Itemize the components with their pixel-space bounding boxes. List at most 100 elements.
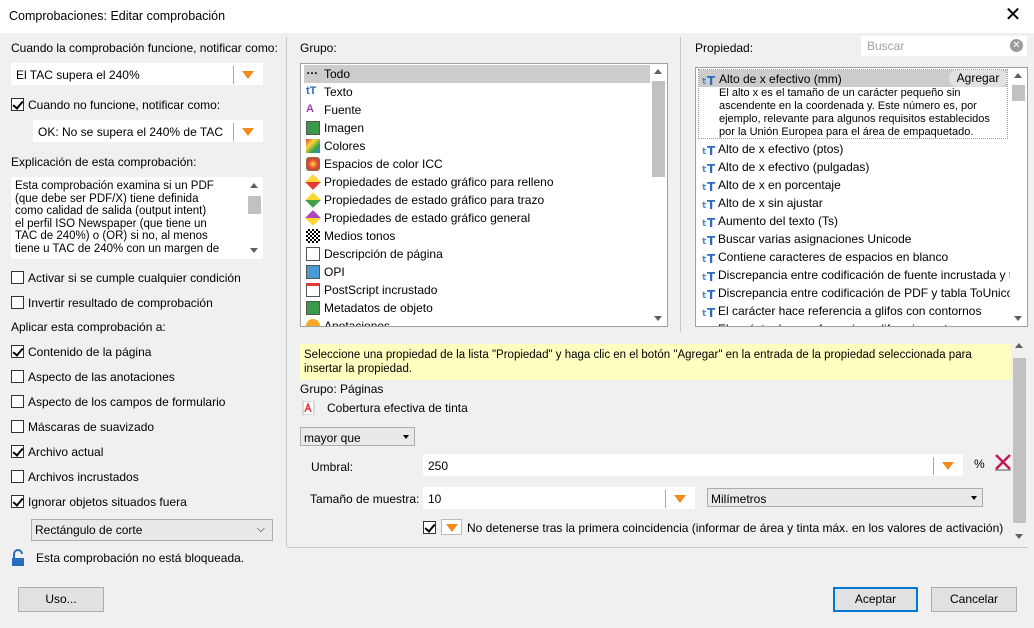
expanded-property-item[interactable]: tT Alto de x efectivo (mm) Agregar El al… — [698, 69, 1008, 139]
opi-icon — [306, 265, 320, 279]
property-list[interactable]: tT Alto de x efectivo (mm) Agregar El al… — [695, 67, 1028, 327]
property-list-item-label: Contiene caracteres de espacios en blanc… — [718, 250, 949, 264]
explanation-textarea[interactable]: Esta comprobación examina si un PDF (que… — [11, 177, 263, 259]
chevron-down-icon — [971, 496, 977, 500]
dropdown-arrow-icon — [446, 524, 458, 532]
any-condition-label: Activar si se cumple cualquier condición — [28, 271, 241, 285]
fill-state-icon — [305, 174, 321, 190]
notify-success-combo[interactable]: El TAC supera el 240% — [11, 63, 263, 85]
list-item-todo[interactable]: … Todo — [304, 63, 651, 83]
sample-label: Tamaño de muestra: — [310, 492, 420, 506]
text-property-icon: tT — [702, 270, 716, 282]
property-search-input[interactable]: Buscar ✕ — [861, 36, 1027, 56]
property-list-item-label: Buscar varias asignaciones Unicode — [718, 232, 912, 246]
text-property-icon: tT — [702, 216, 716, 228]
property-list-scrollbar[interactable] — [1010, 68, 1027, 326]
window-title: Comprobaciones: Editar comprobación — [9, 9, 226, 23]
stroke-state-icon — [305, 192, 321, 208]
annotations-appearance-checkbox[interactable] — [11, 370, 24, 383]
add-property-button[interactable]: Agregar — [949, 70, 1007, 87]
page-description-icon — [306, 247, 320, 261]
property-list-item-label: Alto de x sin ajustar — [718, 196, 823, 210]
editor-scrollbar[interactable] — [1011, 338, 1028, 544]
continue-options-dropdown[interactable] — [441, 519, 462, 535]
divider — [286, 37, 287, 547]
sample-unit-select[interactable]: Milímetros — [707, 488, 983, 507]
colors-icon — [306, 139, 320, 153]
soft-masks-checkbox[interactable] — [11, 420, 24, 433]
svg-text:T: T — [707, 198, 716, 210]
dots-icon: … — [306, 63, 318, 77]
sample-value: 10 — [428, 492, 442, 506]
group-list[interactable]: … Todo tT Texto A Fuente Imagen Colores … — [300, 63, 668, 327]
svg-text:T: T — [707, 306, 716, 318]
property-list-item-label: Discrepancia entre codificación de PDF y… — [718, 286, 1027, 300]
explanation-text: Esta comprobación examina si un PDF (que… — [15, 180, 220, 255]
delete-condition-icon[interactable] — [994, 453, 1012, 471]
soft-masks-label: Máscaras de suavizado — [28, 420, 155, 434]
dropdown-arrow-icon[interactable] — [242, 71, 254, 79]
divider — [287, 547, 1028, 548]
property-label: Propiedad: — [695, 41, 754, 55]
clear-search-icon[interactable]: ✕ — [1010, 39, 1023, 52]
svg-text:T: T — [707, 216, 716, 228]
form-fields-label: Aspecto de los campos de formulario — [28, 395, 226, 409]
svg-text:T: T — [707, 234, 716, 246]
page-content-checkbox[interactable] — [11, 345, 24, 358]
search-placeholder: Buscar — [867, 39, 905, 53]
editor-group-caption: Grupo: Páginas — [300, 382, 384, 396]
font-icon: A — [306, 103, 314, 115]
notify-fail-label: Cuando no funcione, notificar como: — [28, 98, 221, 112]
sample-input[interactable]: 10 — [423, 487, 695, 509]
operator-value: mayor que — [304, 431, 361, 445]
box-select[interactable]: Rectángulo de corte ⌵ — [31, 519, 273, 541]
lock-status-text: Esta comprobación no está bloqueada. — [36, 551, 245, 565]
cancel-button[interactable]: Cancelar — [931, 587, 1017, 612]
dropdown-arrow-icon[interactable] — [674, 495, 686, 503]
ignore-outside-checkbox[interactable] — [11, 495, 24, 508]
svg-text:T: T — [707, 162, 716, 174]
uso-button[interactable]: Uso... — [18, 587, 104, 612]
svg-text:T: T — [707, 180, 716, 192]
text-property-icon: tT — [702, 252, 716, 264]
svg-text:T: T — [707, 74, 716, 86]
ignore-outside-label: Ignorar objetos situados fuera — [28, 495, 187, 509]
continue-label: No detenerse tras la primera coincidenci… — [467, 521, 1004, 535]
embedded-files-checkbox[interactable] — [11, 470, 24, 483]
svg-text:T: T — [707, 324, 716, 327]
expanded-property-description: El alto x es el tamaño de un carácter pe… — [719, 87, 990, 138]
text-property-icon: tT — [702, 74, 716, 86]
explanation-scrollbar[interactable] — [246, 178, 262, 258]
box-select-value: Rectángulo de corte — [35, 523, 143, 537]
notify-fail-combo[interactable]: OK: No se supera el 240% de TAC — [33, 120, 263, 142]
current-file-checkbox[interactable] — [11, 445, 24, 458]
page-content-label: Contenido de la página — [28, 345, 152, 359]
svg-text:T: T — [707, 270, 716, 282]
expanded-property-title: Alto de x efectivo (mm) — [719, 72, 842, 86]
form-fields-checkbox[interactable] — [11, 395, 24, 408]
explanation-label: Explicación de esta comprobación: — [11, 155, 197, 169]
dropdown-arrow-icon[interactable] — [942, 462, 954, 470]
annotations-icon — [306, 319, 320, 326]
continue-checkbox[interactable] — [423, 521, 436, 534]
threshold-input[interactable]: 250 — [423, 454, 963, 476]
property-list-item-label: El carácter hace referencia a glifos con… — [718, 304, 982, 318]
group-list-scrollbar[interactable] — [650, 64, 667, 326]
chevron-down-icon: ⌵ — [256, 523, 265, 535]
dropdown-arrow-icon[interactable] — [242, 128, 254, 136]
pdf-icon — [302, 401, 315, 415]
chevron-down-icon — [403, 435, 409, 439]
property-name: Cobertura efectiva de tinta — [327, 401, 468, 415]
operator-select[interactable]: mayor que — [300, 427, 415, 446]
notify-fail-checkbox[interactable] — [11, 98, 24, 111]
ok-button[interactable]: Aceptar — [833, 587, 918, 612]
close-icon[interactable]: ✕ — [1002, 4, 1024, 26]
text-property-icon: tT — [707, 324, 716, 327]
invert-result-checkbox[interactable] — [11, 296, 24, 309]
halftone-icon — [306, 229, 320, 243]
embedded-files-label: Archivos incrustados — [28, 470, 139, 484]
any-condition-checkbox[interactable] — [11, 271, 24, 284]
postscript-icon — [306, 283, 320, 297]
annotations-appearance-label: Aspecto de las anotaciones — [28, 370, 175, 384]
threshold-value: 250 — [428, 459, 449, 473]
